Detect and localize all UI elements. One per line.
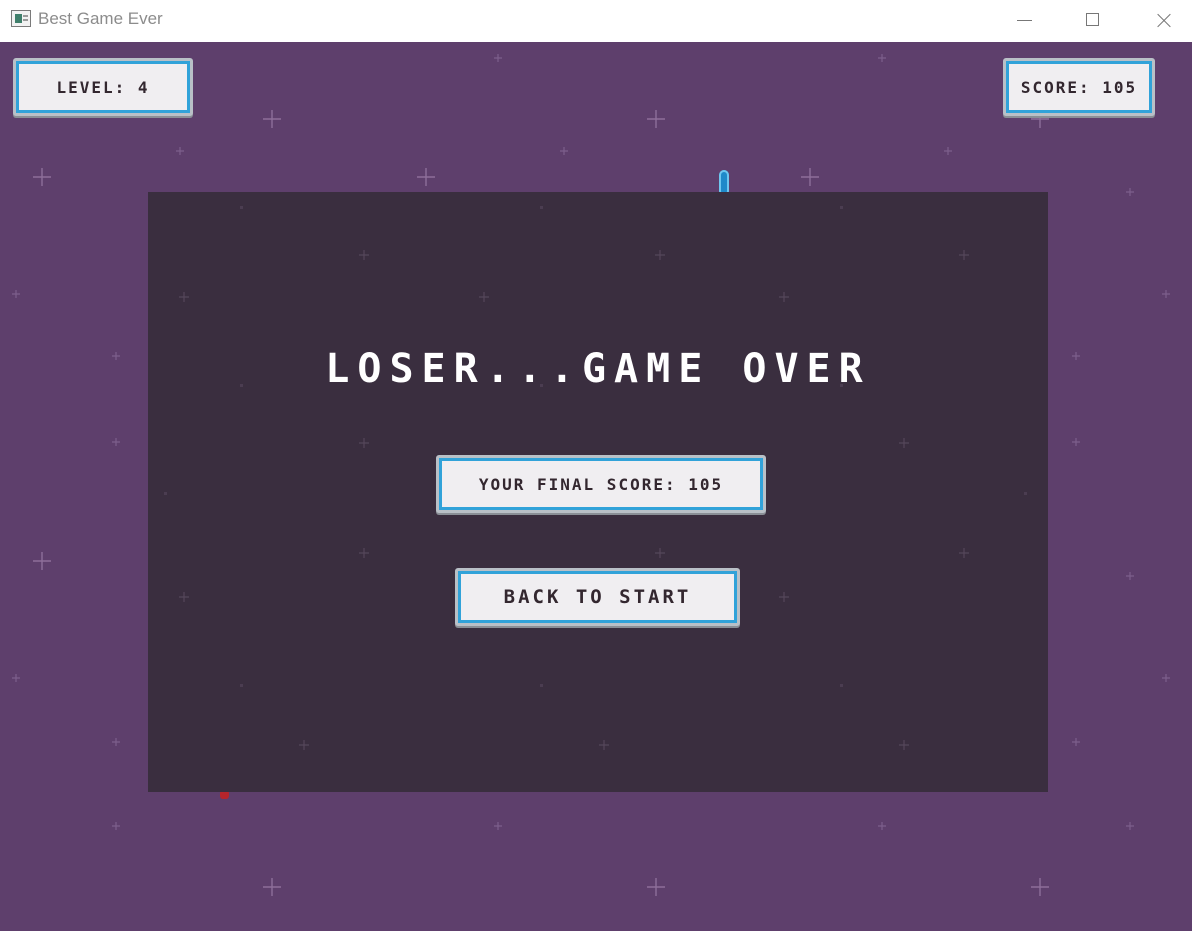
window-titlebar: Best Game Ever bbox=[0, 0, 1192, 42]
score-display: SCORE: 105 bbox=[1003, 58, 1155, 116]
level-display: LEVEL: 4 bbox=[13, 58, 193, 116]
app-icon bbox=[11, 10, 31, 27]
back-to-start-button[interactable]: BACK TO START bbox=[455, 568, 740, 626]
close-button[interactable] bbox=[1128, 0, 1192, 42]
final-score-display: YOUR FINAL SCORE: 105 bbox=[436, 455, 766, 513]
maximize-button[interactable] bbox=[1058, 0, 1128, 42]
minimize-button[interactable] bbox=[988, 0, 1058, 42]
game-canvas[interactable]: LEVEL: 4 SCORE: 105 LOSER...GAME OVER YO… bbox=[0, 42, 1192, 931]
window-title: Best Game Ever bbox=[38, 9, 163, 28]
game-over-title: LOSER...GAME OVER bbox=[325, 346, 871, 392]
game-over-panel: LOSER...GAME OVER YOUR FINAL SCORE: 105 … bbox=[148, 192, 1048, 792]
